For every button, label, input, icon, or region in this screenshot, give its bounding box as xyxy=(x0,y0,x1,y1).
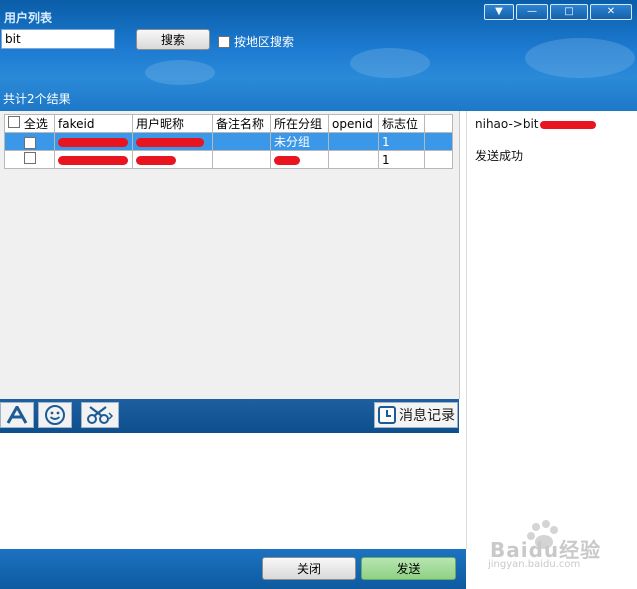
region-search-checkbox[interactable] xyxy=(218,35,230,48)
column-header-group[interactable]: 所在分组 xyxy=(270,114,329,133)
minimize-button[interactable]: — xyxy=(516,4,548,20)
close-button[interactable]: 关闭 xyxy=(262,557,356,580)
window-controls: ▼ — □ ✕ xyxy=(484,4,632,20)
maximize-icon: □ xyxy=(564,6,574,17)
openid-cell xyxy=(328,132,379,151)
filler-cell xyxy=(424,150,453,169)
minimize-icon: — xyxy=(527,6,537,17)
column-header-nickname[interactable]: 用户昵称 xyxy=(132,114,213,133)
cloud-decoration xyxy=(525,38,635,78)
screenshot-button[interactable] xyxy=(81,402,119,428)
column-header-filler xyxy=(424,114,453,133)
emoji-button[interactable] xyxy=(38,402,72,428)
send-button[interactable]: 发送 xyxy=(361,557,456,580)
row-select-cell[interactable] xyxy=(4,150,55,169)
group-cell: 未分组 xyxy=(270,132,329,151)
watermark-url: jingyan.baidu.com xyxy=(488,559,581,570)
column-header-select-all[interactable]: 全选 xyxy=(4,114,55,133)
message-history-button[interactable]: 消息记录 xyxy=(374,402,458,428)
redaction-mark xyxy=(136,137,204,147)
flag-cell: 1 xyxy=(378,132,425,151)
group-cell xyxy=(270,150,329,169)
maximize-button[interactable]: □ xyxy=(550,4,588,20)
fakeid-cell xyxy=(54,132,133,151)
log-line-text: nihao->bit xyxy=(475,117,539,131)
table-header-row: 全选 fakeid 用户昵称 备注名称 所在分组 openid 标志位 xyxy=(4,114,453,133)
close-icon: ✕ xyxy=(606,6,616,17)
header-banner: 用户列表 ▼ — □ ✕ 搜索 按地区搜索 共计2个结果 xyxy=(0,0,637,111)
column-header-flag[interactable]: 标志位 xyxy=(378,114,425,133)
remark-cell xyxy=(212,150,271,169)
column-header-openid[interactable]: openid xyxy=(328,114,379,133)
fakeid-cell xyxy=(54,150,133,169)
cloud-decoration xyxy=(350,48,430,78)
scissors-icon xyxy=(87,406,114,424)
baidu-watermark: Baidu经验 jingyan.baidu.com xyxy=(484,518,634,573)
menu-button[interactable]: ▼ xyxy=(484,4,514,20)
search-input[interactable] xyxy=(1,29,115,49)
font-button[interactable] xyxy=(0,402,34,428)
user-grid-area: 全选 fakeid 用户昵称 备注名称 所在分组 openid 标志位 ✔ 未分… xyxy=(0,111,460,399)
search-button[interactable]: 搜索 xyxy=(136,29,210,50)
nickname-cell xyxy=(132,132,213,151)
openid-cell xyxy=(328,150,379,169)
font-icon xyxy=(6,406,28,424)
column-header-fakeid[interactable]: fakeid xyxy=(54,114,133,133)
user-table: 全选 fakeid 用户昵称 备注名称 所在分组 openid 标志位 ✔ 未分… xyxy=(4,114,453,169)
redaction-mark xyxy=(136,155,176,165)
select-all-checkbox[interactable] xyxy=(8,116,20,128)
region-search-label: 按地区搜索 xyxy=(234,35,295,49)
log-line: nihao->bit xyxy=(475,117,596,131)
redaction-mark xyxy=(539,120,596,129)
menu-icon: ▼ xyxy=(495,6,503,17)
close-window-button[interactable]: ✕ xyxy=(590,4,632,20)
log-status: 发送成功 xyxy=(475,149,524,163)
redaction-mark xyxy=(274,155,300,165)
message-history-label: 消息记录 xyxy=(399,408,455,424)
redaction-mark xyxy=(58,137,128,147)
table-row[interactable]: 1 xyxy=(4,150,453,169)
column-header-remark[interactable]: 备注名称 xyxy=(212,114,271,133)
message-input-area[interactable] xyxy=(0,433,459,550)
emoji-icon xyxy=(45,405,65,425)
clock-icon xyxy=(378,406,396,424)
redaction-mark xyxy=(58,155,128,165)
window-title: 用户列表 xyxy=(4,11,53,25)
row-checkbox[interactable] xyxy=(23,152,36,164)
nickname-cell xyxy=(132,150,213,169)
region-search-option: 按地区搜索 xyxy=(218,33,294,50)
result-count: 共计2个结果 xyxy=(3,92,71,106)
row-select-cell[interactable]: ✔ xyxy=(4,132,55,151)
table-row[interactable]: ✔ 未分组 1 xyxy=(4,132,453,151)
remark-cell xyxy=(212,132,271,151)
flag-cell: 1 xyxy=(378,150,425,169)
send-log-panel: nihao->bit 发送成功 xyxy=(466,111,637,549)
filler-cell xyxy=(424,132,453,151)
row-checkbox[interactable]: ✔ xyxy=(23,137,36,149)
footer-bar: 关闭 发送 xyxy=(0,549,466,589)
select-all-label: 全选 xyxy=(23,117,48,131)
cloud-decoration xyxy=(145,60,215,85)
message-toolbar: 消息记录 xyxy=(0,399,459,433)
